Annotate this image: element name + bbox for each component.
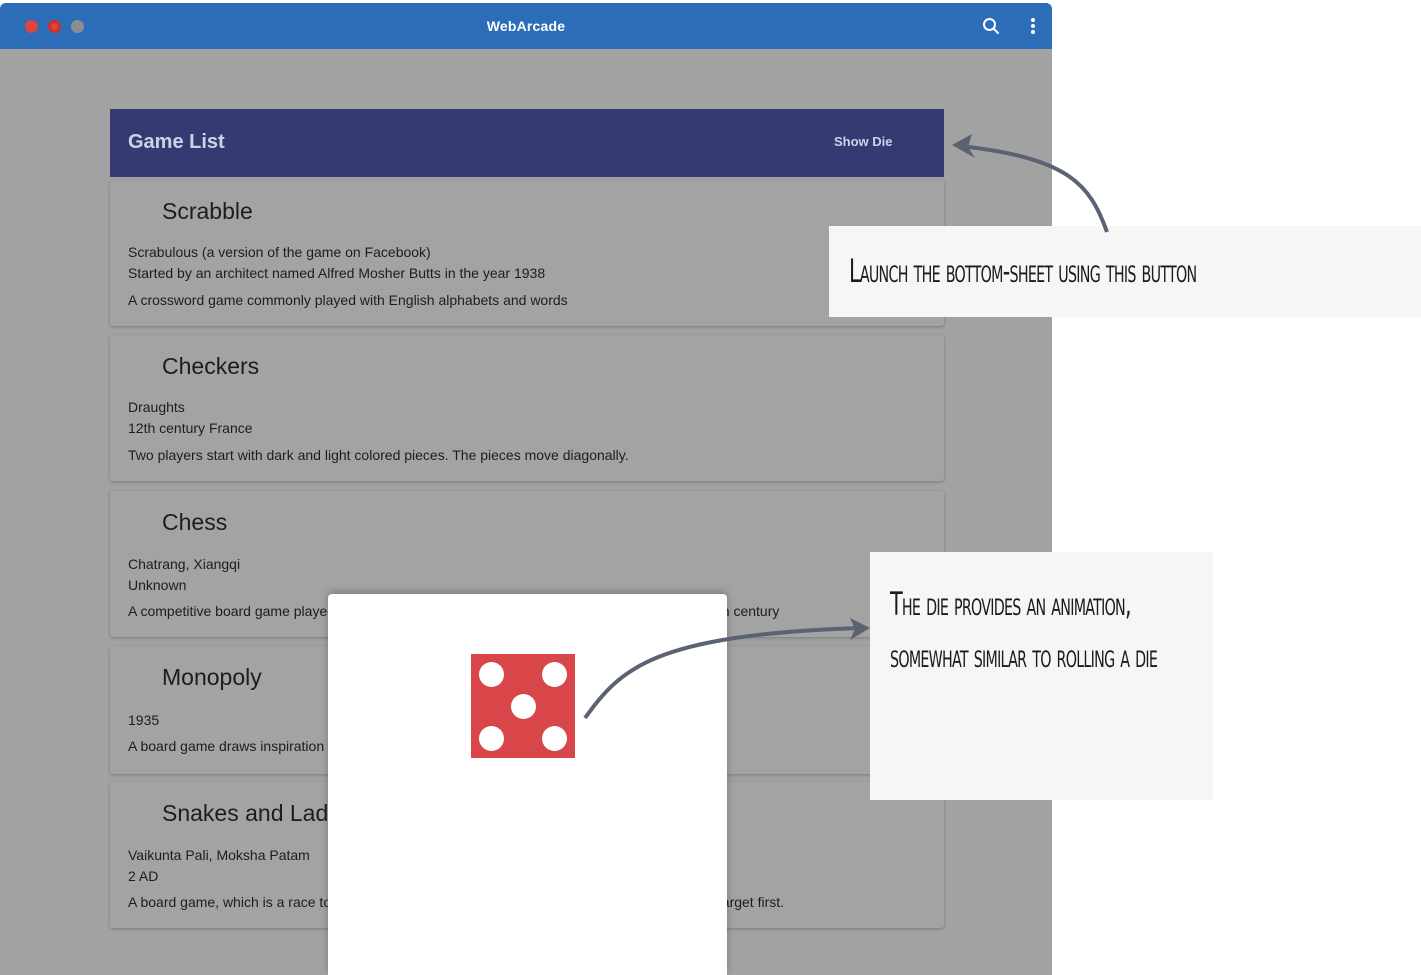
game-alt-name: Chatrang, Xiangqi (128, 556, 241, 572)
game-card: Checkers Draughts 12th century France Tw… (110, 335, 944, 481)
game-origin: Started by an architect named Alfred Mos… (128, 265, 546, 281)
annotation-callout: Launch the bottom-sheet using this butto… (829, 226, 1421, 317)
title-bar: WebArcade (0, 3, 1052, 49)
game-name: Scrabble (162, 198, 253, 224)
game-name: Chess (162, 509, 228, 535)
game-list-title: Game List (128, 131, 225, 153)
callout-text: Launch the bottom-sheet using this butto… (849, 252, 1197, 290)
app-title: WebArcade (486, 18, 566, 34)
game-list-header: Game List Show Die (110, 109, 944, 177)
die-pip (511, 694, 536, 719)
search-icon[interactable] (981, 16, 1001, 36)
game-origin: 12th century France (128, 420, 253, 436)
game-origin: Unknown (128, 577, 187, 593)
game-origin: 1935 (128, 712, 160, 728)
die-pip (479, 726, 504, 751)
bottom-sheet (328, 594, 727, 975)
game-alt-name: Scrabulous (a version of the game on Fac… (128, 244, 431, 260)
more-vert-icon[interactable] (1023, 16, 1043, 36)
die-pip (542, 662, 567, 687)
callout-text: The die provides an animation, somewhat … (890, 585, 1158, 675)
game-alt-name: Draughts (128, 399, 185, 415)
game-origin: 2 AD (128, 868, 159, 884)
die-five-icon[interactable] (471, 654, 575, 758)
annotation-callout: The die provides an animation, somewhat … (870, 552, 1213, 800)
die-pip (542, 726, 567, 751)
game-description: Two players start with dark and light co… (128, 447, 629, 463)
game-card: Scrabble Scrabulous (a version of the ga… (110, 180, 944, 326)
die-pip (479, 662, 504, 687)
show-die-button[interactable]: Show Die (834, 134, 893, 149)
game-description: A crossword game commonly played with En… (128, 292, 568, 308)
game-name: Monopoly (162, 664, 262, 690)
game-alt-name: Vaikunta Pali, Moksha Patam (128, 847, 310, 863)
game-name: Checkers (162, 353, 260, 379)
